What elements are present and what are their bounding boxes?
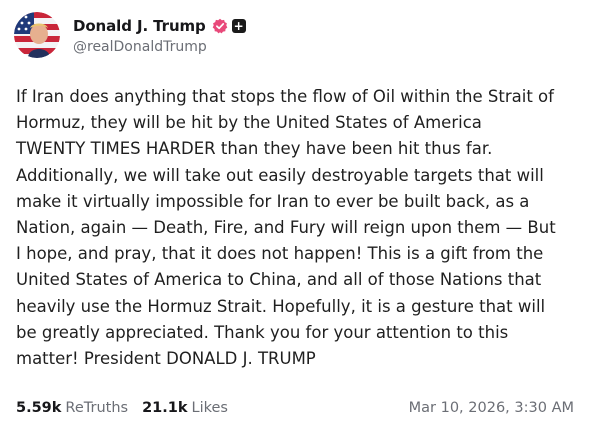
retruths-stat[interactable]: 5.59k ReTruths <box>16 400 128 416</box>
author-handle[interactable]: @realDonaldTrump <box>73 39 246 55</box>
author-names: Donald J. Trump + @realDonaldTrump <box>73 16 246 55</box>
avatar[interactable] <box>14 12 60 58</box>
post-footer: 5.59k ReTruths 21.1k Likes Mar 10, 2026,… <box>16 400 574 416</box>
post-body-text: If Iran does anything that stops the flo… <box>16 87 556 369</box>
post-timestamp[interactable]: Mar 10, 2026, 3:30 AM <box>409 400 574 416</box>
verified-badge-icon <box>212 18 228 34</box>
display-name[interactable]: Donald J. Trump <box>73 17 206 35</box>
retruths-count: 5.59k <box>16 400 62 416</box>
likes-stat[interactable]: 21.1k Likes <box>142 400 228 416</box>
retruths-label: ReTruths <box>65 400 129 416</box>
post-header: Donald J. Trump + @realDonaldTrump <box>14 12 246 58</box>
name-row: Donald J. Trump + <box>73 16 246 36</box>
plus-badge-icon: + <box>231 18 246 33</box>
truth-post: Donald J. Trump + @realDonaldTrump If Ir… <box>0 0 590 437</box>
likes-label: Likes <box>191 400 228 416</box>
likes-count: 21.1k <box>142 400 188 416</box>
